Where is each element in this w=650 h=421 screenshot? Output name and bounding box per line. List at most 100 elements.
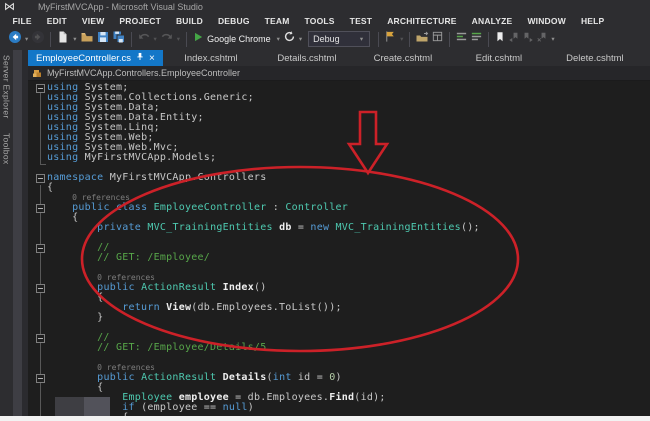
feedback-dropdown[interactable]: ▾ <box>398 35 405 43</box>
bmknext-icon <box>522 30 534 48</box>
tab-index-cshtml[interactable]: Index.cshtml <box>163 50 259 66</box>
code-line: } <box>47 312 104 323</box>
tab-label: Create.cshtml <box>373 52 433 64</box>
redo-dropdown[interactable]: ▾ <box>175 35 182 43</box>
bmkprev-icon <box>508 30 520 48</box>
code-line: // GET: /Employee/ <box>47 252 211 263</box>
comment-selection-button[interactable] <box>454 30 469 48</box>
fold-collapse-button[interactable] <box>36 83 45 93</box>
feedback-button[interactable] <box>383 30 398 48</box>
code-editor[interactable]: using System; using System.Collections.Ge… <box>28 81 650 421</box>
new-file-button[interactable] <box>55 30 71 48</box>
chevron-down-icon: ▾ <box>359 36 364 43</box>
refresh-icon <box>283 30 296 48</box>
uncomment-selection-button[interactable] <box>469 30 484 48</box>
clear-bookmarks-button[interactable] <box>535 30 549 48</box>
fwd-icon <box>31 30 45 49</box>
toolbar-overflow-dropdown[interactable]: ▾ <box>549 35 556 43</box>
tab-label: Details.cshtml <box>277 52 337 64</box>
side-tab-server-explorer[interactable]: Server Explorer <box>2 55 12 119</box>
menu-test[interactable]: TEST <box>342 16 380 26</box>
refresh-dropdown[interactable]: ▾ <box>297 35 304 43</box>
menu-build[interactable]: BUILD <box>168 16 210 26</box>
toolbar-separator <box>409 31 411 47</box>
tab-create-cshtml[interactable]: Create.cshtml <box>355 50 451 66</box>
menu-view[interactable]: VIEW <box>74 16 112 26</box>
menu-debug[interactable]: DEBUG <box>210 16 257 26</box>
code-line: private MVC_TrainingEntities db = new MV… <box>97 222 480 233</box>
menu-architecture[interactable]: ARCHITECTURE <box>380 16 464 26</box>
refresh-button[interactable] <box>282 30 297 48</box>
start-debugging-button-label: Google Chrome <box>207 34 271 44</box>
fold-collapse-button[interactable] <box>36 173 45 183</box>
breadcrumb-text: MyFirstMVCApp.Controllers.EmployeeContro… <box>47 68 241 78</box>
tab-label: EmployeeController.cs <box>36 52 132 64</box>
folder2-icon <box>415 30 429 49</box>
menu-file[interactable]: FILE <box>5 16 39 26</box>
undo-button[interactable] <box>136 30 152 48</box>
navigate-forward-button[interactable] <box>30 30 46 48</box>
visual-studio-window: ⋈ MyFirstMVCApp - Microsoft Visual Studi… <box>0 0 650 421</box>
menu-help[interactable]: HELP <box>573 16 611 26</box>
new-file-dropdown[interactable]: ▾ <box>71 35 78 43</box>
toolbar-separator <box>378 31 380 47</box>
flag-icon <box>384 30 397 48</box>
fold-collapse-button[interactable] <box>36 333 45 343</box>
fold-collapse-button[interactable] <box>36 283 45 293</box>
browser-select-dropdown[interactable]: ▾ <box>275 35 282 43</box>
tab-label: Delete.cshtml <box>566 52 624 64</box>
code-line: public class EmployeeController : Contro… <box>72 202 349 213</box>
play-icon <box>192 30 204 48</box>
save-all-button[interactable] <box>111 30 127 48</box>
solution-configurations-dropdown[interactable]: Debug ▾ <box>308 31 371 47</box>
menu-project[interactable]: PROJECT <box>112 16 169 26</box>
menu-analyze[interactable]: ANALYZE <box>464 16 520 26</box>
menu-edit[interactable]: EDIT <box>39 16 74 26</box>
redo-button[interactable] <box>159 30 175 48</box>
open-file-button[interactable] <box>79 30 95 48</box>
start-debugging-button[interactable]: Google Chrome <box>191 30 275 48</box>
toolbar-separator <box>449 31 451 47</box>
menu-tools[interactable]: TOOLS <box>297 16 342 26</box>
horizontal-scrollbar-thumb[interactable] <box>84 397 110 417</box>
save-button[interactable] <box>95 30 111 48</box>
next-bookmark-button[interactable] <box>521 30 535 48</box>
fold-collapse-button[interactable] <box>36 203 45 213</box>
uncmt-icon <box>470 30 483 48</box>
navigate-backward-dropdown[interactable]: ▾ <box>23 35 30 43</box>
doc-icon <box>56 30 70 49</box>
side-tab-toolbox[interactable]: Toolbox <box>2 133 12 164</box>
fold-collapse-button[interactable] <box>36 373 45 383</box>
undo-icon <box>137 30 151 49</box>
properties-window-button[interactable] <box>430 30 445 48</box>
find-in-files-button[interactable] <box>414 30 430 48</box>
side-tool-window-strip: Server Explorer Toolbox <box>0 50 13 421</box>
props-icon <box>431 30 444 48</box>
tab-details-cshtml[interactable]: Details.cshtml <box>259 50 355 66</box>
horizontal-scrollbar-thumb[interactable] <box>55 397 84 417</box>
breadcrumb[interactable]: MyFirstMVCApp.Controllers.EmployeeContro… <box>28 66 650 81</box>
navigate-backward-button[interactable] <box>7 30 23 48</box>
pin-icon[interactable] <box>136 52 144 64</box>
fold-collapse-button[interactable] <box>36 243 45 253</box>
tab-delete-cshtml[interactable]: Delete.cshtml <box>547 50 643 66</box>
toolbar-separator <box>130 31 132 47</box>
previous-bookmark-button[interactable] <box>507 30 521 48</box>
menu-team[interactable]: TEAM <box>257 16 297 26</box>
screenshot-border <box>0 416 650 421</box>
undo-dropdown[interactable]: ▾ <box>152 35 159 43</box>
toolbar-separator <box>488 31 490 47</box>
toggle-bookmark-button[interactable] <box>493 30 507 48</box>
close-icon[interactable]: × <box>149 53 155 63</box>
menu-window[interactable]: WINDOW <box>520 16 574 26</box>
code-line: { <box>47 182 54 193</box>
save-icon <box>96 30 110 49</box>
tab-employeecontroller-cs[interactable]: EmployeeController.cs × <box>28 50 163 66</box>
tab-edit-cshtml[interactable]: Edit.cshtml <box>451 50 547 66</box>
window-title: MyFirstMVCApp - Microsoft Visual Studio <box>38 2 203 12</box>
tab-label: Edit.cshtml <box>475 52 523 64</box>
code-line: public ActionResult Index() <box>97 282 267 293</box>
